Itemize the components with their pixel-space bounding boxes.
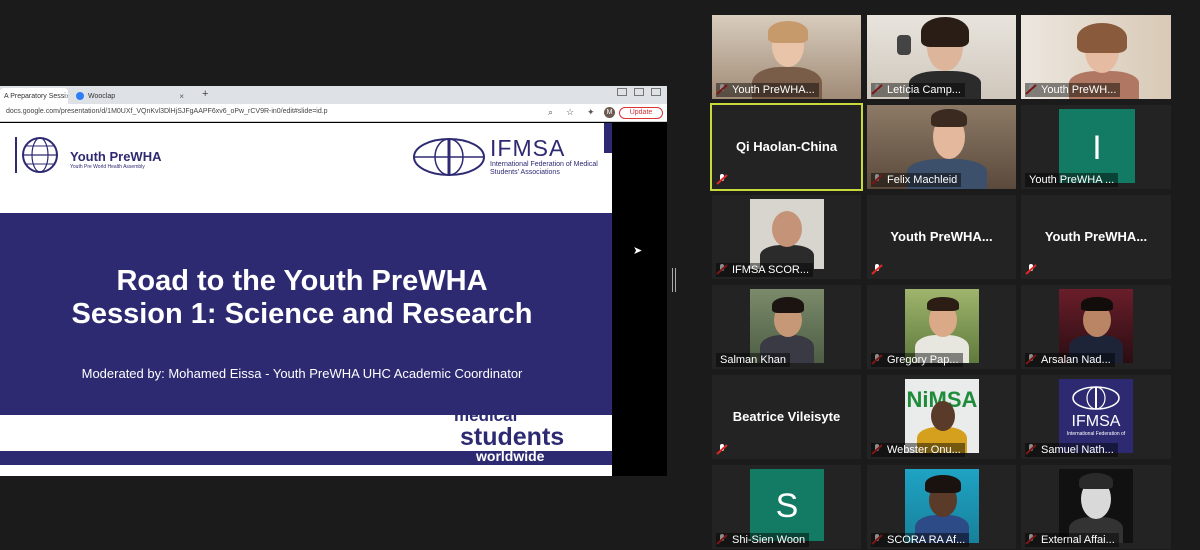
avatar-letter: S (775, 487, 799, 525)
tab-title: A Preparatory Sessi (4, 92, 66, 100)
slide-title-line-2: Session 1: Science and Research (71, 298, 533, 330)
ifmsa-avatar-image: IFMSA International Federation of (1059, 379, 1133, 453)
microphone-muted-icon (871, 264, 883, 275)
participant-video (750, 289, 824, 363)
participant-name: Samuel Nath... (1025, 443, 1118, 457)
microphone-muted-icon (1025, 264, 1037, 275)
participant-tile[interactable]: Beatrice Vileisyte (712, 375, 861, 459)
ifmsa-emblem-icon (413, 138, 485, 176)
participant-tile[interactable]: Youth PreWHA... (867, 195, 1016, 279)
zoom-gallery-window: { "browser": { "tabs": [ {"title": "A Pr… (0, 0, 1200, 550)
participant-name: Youth PreWH... (1025, 83, 1121, 97)
participant-name: Gregory Pap... (871, 353, 963, 367)
mouse-pointer-icon: ➤ (633, 245, 643, 257)
participant-tile-active-speaker[interactable]: Qi Haolan-China (710, 103, 863, 191)
avatar: I (1059, 109, 1135, 183)
ifmsa-avatar-text: IFMSA (1071, 413, 1121, 430)
url-text[interactable]: docs.google.com/presentation/d/1M0UXf_VQ… (6, 108, 328, 115)
participant-name: IFMSA SCOR... (716, 263, 814, 277)
participant-name: Arsalan Nad... (1025, 353, 1115, 367)
participant-name: Felix Machleid (871, 173, 962, 187)
slide-title-line-1: Road to the Youth PreWHA (116, 265, 488, 297)
participant-video (905, 469, 979, 543)
participant-tile[interactable]: S Shi-Sien Woon (712, 465, 861, 549)
participant-tile[interactable]: Letícia Camp... (867, 15, 1016, 99)
participant-name: Webster Onu... (871, 443, 965, 457)
avatar: S (750, 469, 824, 541)
youth-prewha-logo-text: Youth PreWHA (70, 149, 162, 164)
participant-name-center: Youth PreWHA... (1044, 229, 1148, 244)
participant-tile[interactable]: Youth PreWH... (1021, 15, 1171, 99)
close-window-icon[interactable] (651, 88, 661, 96)
tab-close-icon[interactable]: × (66, 92, 68, 101)
participant-name: Youth PreWHA ... (1025, 173, 1119, 187)
slide-edge-block (604, 123, 612, 153)
participant-tile[interactable]: I Youth PreWHA ... (1021, 105, 1171, 189)
participant-name: Youth PreWHA... (716, 83, 819, 97)
participant-name: Letícia Camp... (871, 83, 965, 97)
participant-video (905, 289, 979, 363)
participant-name-center: Youth PreWHA... (890, 229, 993, 244)
address-bar[interactable]: docs.google.com/presentation/d/1M0UXf_VQ… (0, 104, 667, 122)
browser-tab-bar: A Preparatory Sessi × Wooclap × + (0, 86, 667, 104)
avatar-letter: I (1092, 129, 1102, 167)
participant-name: Salman Khan (716, 353, 791, 367)
ifmsa-logo-text: IFMSA (490, 135, 566, 161)
participant-video (1059, 469, 1133, 543)
bookmark-star-icon[interactable]: ☆ (566, 107, 574, 118)
slide-moderator: Moderated by: Mohamed Eissa - Youth PreW… (81, 366, 523, 381)
maximize-window-icon[interactable] (634, 88, 644, 96)
participant-video: NiMSA (905, 379, 979, 453)
participant-tile[interactable]: Arsalan Nad... (1021, 285, 1171, 369)
minimize-window-icon[interactable] (617, 88, 627, 96)
participant-video (750, 199, 824, 269)
tab-close-icon[interactable]: × (179, 92, 184, 101)
ifmsa-logo-subtitle: International Federation of Medical Stud… (490, 161, 598, 176)
tab-preparatory-session[interactable]: A Preparatory Sessi × (0, 88, 68, 104)
presentation-slide: Youth PreWHA Youth Pre World Health Asse… (0, 123, 612, 476)
search-icon[interactable]: ⌕ (548, 107, 553, 118)
participant-name: External Affai... (1025, 533, 1119, 547)
youth-prewha-logo-subtitle: Youth Pre World Health Assembly (70, 164, 145, 170)
participant-tile[interactable]: Salman Khan (712, 285, 861, 369)
participant-tile[interactable]: Youth PreWHA... (712, 15, 861, 99)
shared-screen: A Preparatory Sessi × Wooclap × + docs.g… (0, 86, 667, 476)
tab-title: Wooclap (88, 92, 116, 100)
participant-tile[interactable]: IFMSA International Federation of Samuel… (1021, 375, 1171, 459)
extensions-icon[interactable]: ✦ (587, 107, 595, 118)
microphone-muted-icon (716, 174, 728, 185)
participant-name: SCORA RA Af... (871, 533, 970, 547)
participant-tile[interactable]: Felix Machleid (867, 105, 1016, 189)
microphone-muted-icon (716, 444, 728, 455)
globe-laurel-icon (15, 137, 58, 173)
ifmsa-emblem-icon (1072, 386, 1120, 410)
profile-avatar[interactable]: M (604, 107, 615, 118)
participant-name-center: Qi Haolan-China (735, 139, 838, 154)
participant-name: Shi-Sien Woon (716, 533, 810, 547)
ifmsa-avatar-subtext: International Federation of (1066, 431, 1126, 437)
participant-tile[interactable]: NiMSA Webster Onu... (867, 375, 1016, 459)
participant-tile[interactable]: IFMSA SCOR... (712, 195, 861, 279)
participant-tile[interactable]: Youth PreWHA... (1021, 195, 1171, 279)
split-view-drag-handle[interactable] (672, 268, 676, 292)
participant-name-center: Beatrice Vileisyte (732, 409, 841, 424)
participant-video (1059, 289, 1133, 363)
tab-wooclap[interactable]: Wooclap × (72, 88, 188, 104)
participant-tile[interactable]: SCORA RA Af... (867, 465, 1016, 549)
wooclap-favicon-icon (76, 92, 84, 100)
update-button[interactable]: Update (619, 107, 663, 119)
tagline-worldwide: worldwide (476, 448, 545, 464)
participant-tile[interactable]: External Affai... (1021, 465, 1171, 549)
participant-tile[interactable]: Gregory Pap... (867, 285, 1016, 369)
new-tab-button[interactable]: + (202, 88, 208, 100)
